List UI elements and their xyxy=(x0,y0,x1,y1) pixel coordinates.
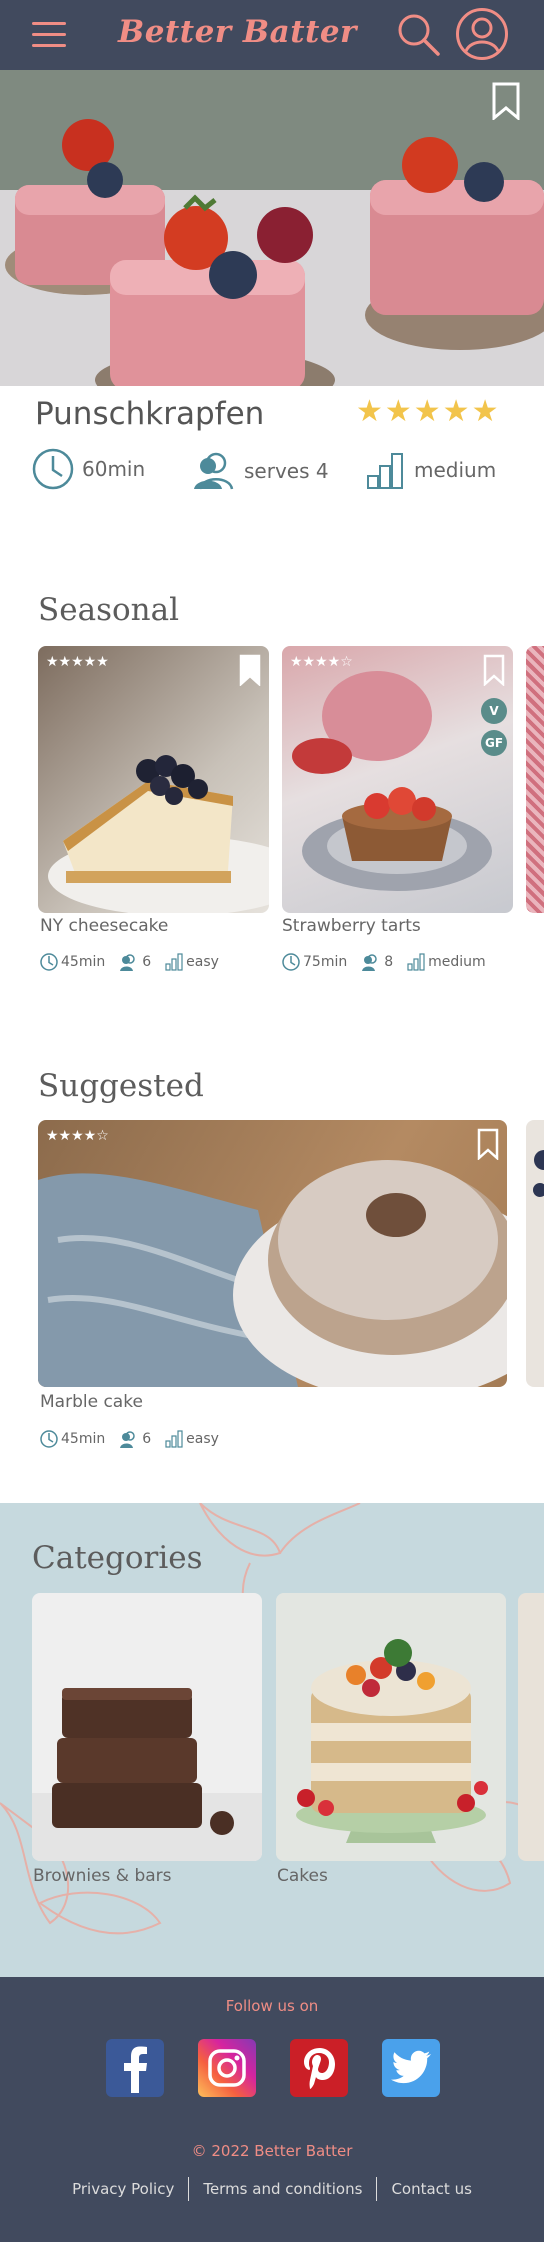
card-rating: ★★★★☆ xyxy=(290,654,353,670)
card-difficulty: easy xyxy=(186,954,219,970)
category-title[interactable]: Cakes xyxy=(277,1866,328,1886)
card-meta: 45min 6 easy xyxy=(40,953,233,971)
bookmark-icon[interactable] xyxy=(239,654,261,690)
strawberry-tarts-photo xyxy=(292,671,492,891)
people-icon xyxy=(120,953,135,971)
recipe-serves: serves 4 xyxy=(192,452,329,490)
recipe-time-label: 60min xyxy=(82,457,146,481)
recipe-card-peek[interactable] xyxy=(526,646,544,913)
hero-recipe-image xyxy=(0,70,544,386)
card-time: 45min xyxy=(61,954,106,970)
card-title[interactable]: Strawberry tarts xyxy=(282,916,421,936)
app-logo[interactable]: Better Batter xyxy=(118,14,357,50)
card-title[interactable]: NY cheesecake xyxy=(40,916,168,936)
recipe-difficulty-label: medium xyxy=(414,458,497,482)
cheesecake-photo xyxy=(48,755,269,913)
card-serves: 8 xyxy=(384,954,394,970)
card-time: 75min xyxy=(303,954,348,970)
card-time: 45min xyxy=(61,1431,106,1447)
recipe-time: 60min xyxy=(32,448,145,490)
terms-link[interactable]: Terms and conditions xyxy=(189,2180,376,2198)
suggested-heading: Suggested xyxy=(38,1068,204,1104)
difficulty-bars-icon xyxy=(165,1430,183,1448)
recipe-title: Punschkrapfen xyxy=(35,396,265,432)
bookmark-icon[interactable] xyxy=(483,654,505,690)
clock-icon xyxy=(40,953,58,971)
card-difficulty: easy xyxy=(186,1431,219,1447)
difficulty-bars-icon xyxy=(367,453,403,489)
category-title[interactable]: Brownies & bars xyxy=(33,1866,172,1886)
seasonal-heading: Seasonal xyxy=(38,592,179,628)
bookmark-icon[interactable] xyxy=(477,1128,499,1164)
card-rating: ★★★★★ xyxy=(46,654,109,670)
search-icon[interactable] xyxy=(396,12,442,58)
recipe-card-ny-cheesecake[interactable]: ★★★★★ xyxy=(38,646,269,913)
vegan-tag: V xyxy=(481,698,507,724)
footer-links: Privacy Policy Terms and conditions Cont… xyxy=(0,2177,544,2201)
card-serves: 6 xyxy=(142,1431,152,1447)
clock-icon xyxy=(282,953,300,971)
user-profile-icon[interactable] xyxy=(455,7,509,61)
punschkrapfen-photo xyxy=(0,70,544,386)
card-meta: 45min 6 easy xyxy=(40,1430,233,1448)
hamburger-menu-icon[interactable] xyxy=(32,22,66,48)
people-icon xyxy=(362,953,377,971)
categories-heading: Categories xyxy=(32,1540,203,1576)
recipe-difficulty: medium xyxy=(366,450,496,490)
recipe-card-marble-cake[interactable]: ★★★★☆ xyxy=(38,1120,507,1387)
card-rating: ★★★★☆ xyxy=(46,1128,109,1144)
category-card-cakes[interactable] xyxy=(276,1593,506,1861)
categories-section: Categories Brownies & bars Cakes xyxy=(0,1503,544,1977)
cakes-photo xyxy=(276,1593,506,1861)
marble-cake-photo xyxy=(38,1160,507,1387)
card-difficulty: medium xyxy=(428,954,486,970)
pinterest-icon[interactable] xyxy=(290,2039,348,2097)
category-card-peek[interactable] xyxy=(518,1593,544,1861)
clock-icon xyxy=(32,448,74,490)
clock-icon xyxy=(40,1430,58,1448)
top-app-bar: Better Batter xyxy=(0,0,544,70)
category-card-brownies[interactable] xyxy=(32,1593,262,1861)
gluten-free-tag: GF xyxy=(481,730,507,756)
instagram-icon[interactable] xyxy=(198,2039,256,2097)
follow-us-label: Follow us on xyxy=(225,1997,319,2015)
recipe-rating: ★★★★★ xyxy=(356,394,501,429)
facebook-icon[interactable] xyxy=(106,2039,164,2097)
people-icon xyxy=(120,1430,135,1448)
brownies-photo xyxy=(32,1688,262,1861)
card-meta: 75min 8 medium xyxy=(282,953,500,971)
twitter-icon[interactable] xyxy=(382,2039,440,2097)
difficulty-bars-icon xyxy=(407,953,425,971)
site-footer: Follow us on © 2022 Better Batter Privac… xyxy=(0,1977,544,2242)
privacy-policy-link[interactable]: Privacy Policy xyxy=(58,2180,188,2198)
card-title[interactable]: Marble cake xyxy=(40,1392,143,1412)
copyright-text: © 2022 Better Batter xyxy=(191,2142,353,2160)
recipe-card-peek[interactable] xyxy=(526,1120,544,1387)
difficulty-bars-icon xyxy=(165,953,183,971)
contact-us-link[interactable]: Contact us xyxy=(377,2180,485,2198)
recipe-card-strawberry-tarts[interactable]: ★★★★☆ V GF xyxy=(282,646,513,913)
card-serves: 6 xyxy=(142,954,152,970)
people-icon xyxy=(194,452,234,490)
bookmark-icon[interactable] xyxy=(492,82,520,124)
recipe-serves-label: serves 4 xyxy=(244,459,329,483)
